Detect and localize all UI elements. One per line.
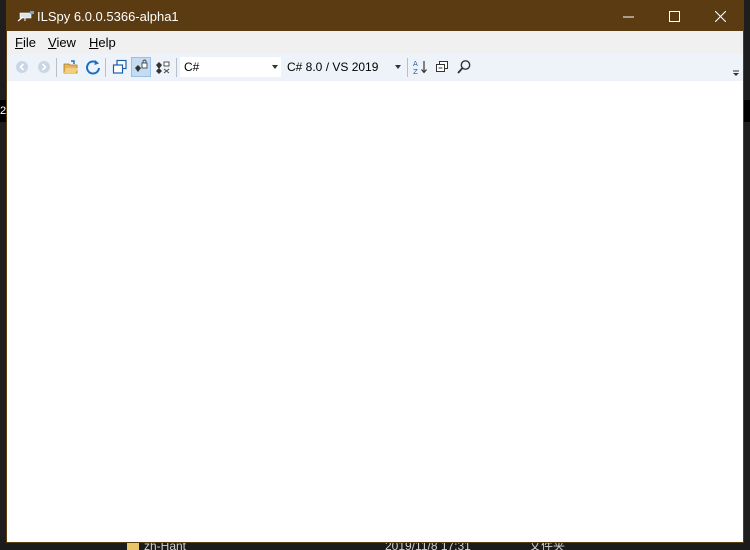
api-visibility-button[interactable] <box>131 57 151 77</box>
chevron-down-icon <box>272 65 278 69</box>
api-visibility-icon <box>135 59 148 72</box>
language-version-value: C# 8.0 / VS 2019 <box>287 60 379 74</box>
maximize-icon <box>668 10 680 22</box>
window-title: ILSpy 6.0.0.5366-alpha1 <box>37 9 179 24</box>
language-select[interactable]: C# <box>180 57 281 77</box>
open-button[interactable] <box>61 57 81 77</box>
close-button[interactable] <box>697 1 743 31</box>
title-bar[interactable]: ILSpy 6.0.0.5366-alpha1 <box>7 1 743 31</box>
menu-help-accel: H <box>89 35 99 50</box>
ilspy-window: ILSpy 6.0.0.5366-alpha1 File View Help C… <box>6 0 744 543</box>
back-button[interactable] <box>12 57 32 77</box>
menu-file-label: ile <box>22 35 36 50</box>
back-icon <box>16 61 28 73</box>
toolbar: C# C# 8.0 / VS 2019 AZ <box>7 54 743 81</box>
open-icon <box>63 60 78 74</box>
all-members-icon <box>156 61 170 74</box>
reload-button[interactable] <box>83 57 103 77</box>
background-window-edge-right <box>743 100 750 122</box>
language-version-select[interactable]: C# 8.0 / VS 2019 <box>283 57 404 77</box>
sort-button[interactable]: AZ <box>411 57 431 77</box>
collapse-all-icon <box>436 61 448 72</box>
search-icon <box>457 60 471 74</box>
toolbar-separator <box>105 58 106 77</box>
svg-text:A: A <box>413 60 418 68</box>
menu-view-label: iew <box>56 35 76 50</box>
collapse-all-button[interactable] <box>432 57 452 77</box>
menu-bar: File View Help <box>7 31 743 54</box>
maximize-button[interactable] <box>651 1 697 31</box>
minimize-button[interactable] <box>605 1 651 31</box>
menu-view[interactable]: View <box>48 35 76 50</box>
forward-icon <box>38 61 50 73</box>
menu-help-label: elp <box>98 35 116 50</box>
all-members-button[interactable] <box>153 57 173 77</box>
menu-file[interactable]: File <box>15 35 36 50</box>
ilspy-app-icon <box>17 11 34 22</box>
close-icon <box>714 10 726 22</box>
sort-icon: AZ <box>413 60 427 75</box>
toolbar-separator <box>407 58 408 77</box>
show-derived-icon <box>112 59 127 74</box>
svg-text:Z: Z <box>413 68 418 75</box>
forward-button[interactable] <box>34 57 54 77</box>
reload-icon <box>86 60 100 75</box>
folder-icon <box>127 542 139 550</box>
toolbar-separator <box>176 58 177 77</box>
main-content-area[interactable] <box>7 81 743 542</box>
show-derived-button[interactable] <box>110 57 130 77</box>
menu-file-accel: F <box>15 35 23 50</box>
minimize-icon <box>622 16 634 17</box>
toolbar-separator <box>56 58 57 77</box>
toolbar-overflow-icon[interactable] <box>733 70 739 77</box>
language-select-value: C# <box>184 60 200 74</box>
chevron-down-icon <box>395 65 401 69</box>
search-button[interactable] <box>454 57 474 77</box>
menu-help[interactable]: Help <box>89 35 116 50</box>
